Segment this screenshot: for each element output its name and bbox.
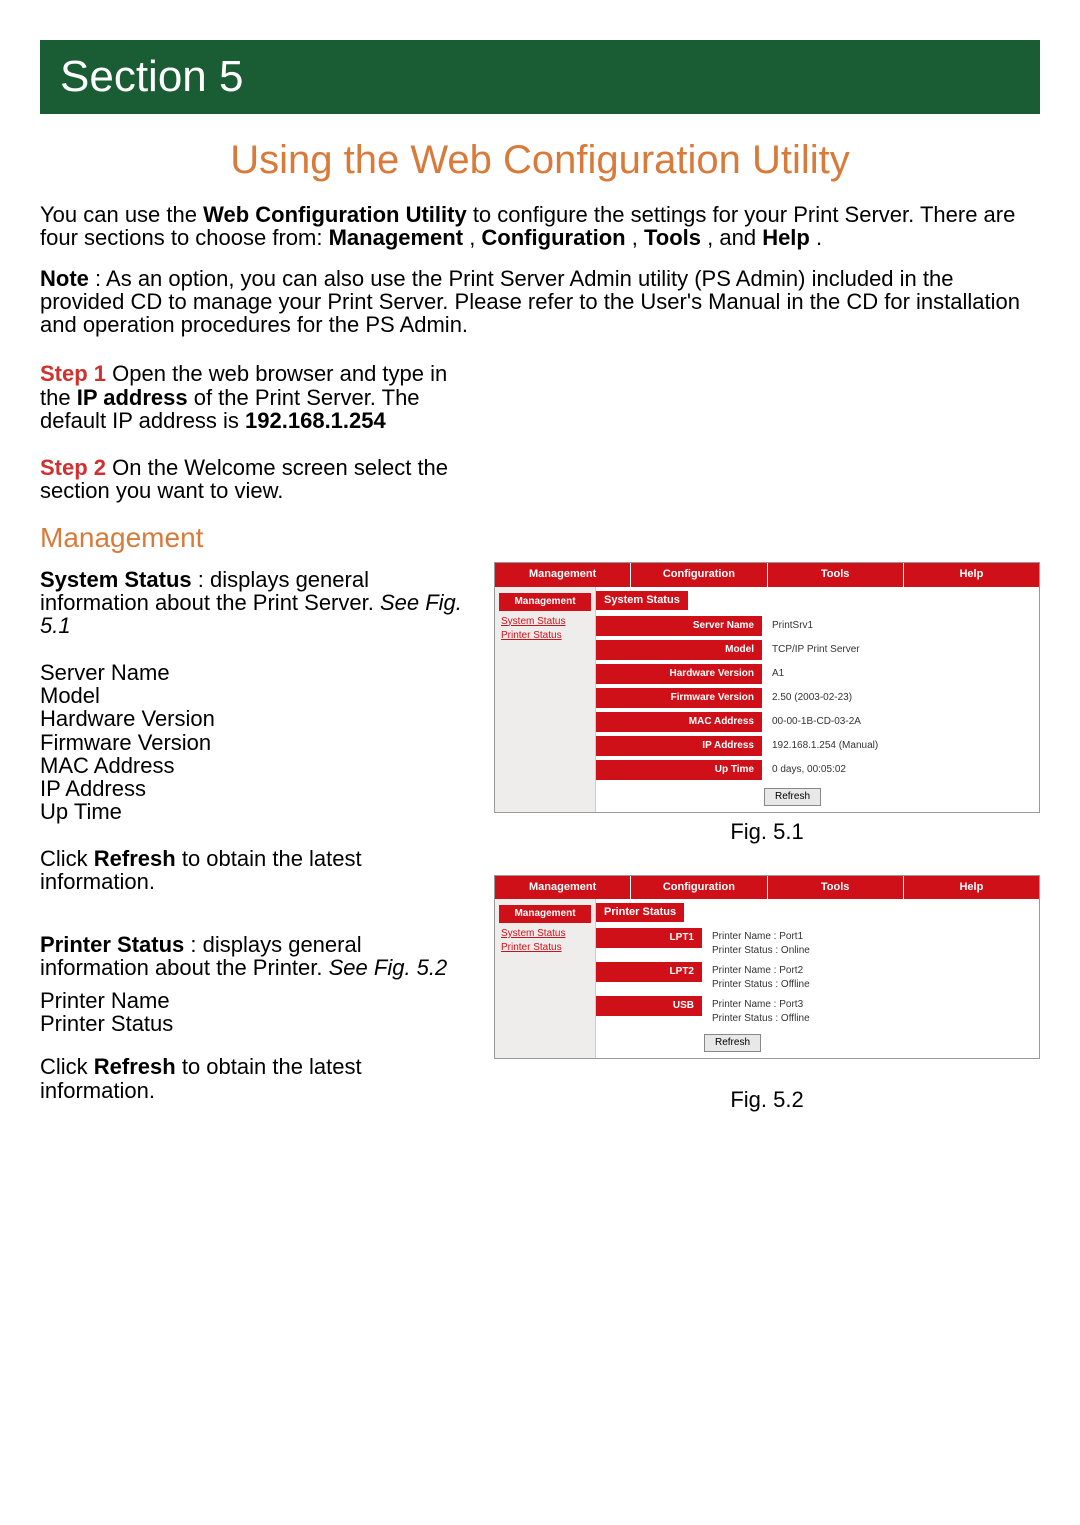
printer-status-refresh-note: Click Refresh to obtain the latest infor… <box>40 1055 470 1101</box>
fig2-tab-configuration[interactable]: Configuration <box>630 876 766 899</box>
fig2-key-usb: USB <box>596 996 702 1016</box>
fig1-side-link-printer-status[interactable]: Printer Status <box>499 629 591 643</box>
fig-5-2-caption: Fig. 5.2 <box>494 1087 1040 1113</box>
fig2-side-link-printer-status[interactable]: Printer Status <box>499 941 591 955</box>
text-bold: Refresh <box>94 1054 176 1079</box>
text: . <box>816 225 822 250</box>
printer-status-fields: Printer Name Printer Status <box>40 989 470 1035</box>
fig1-val-mac-address: 00-00-1B-CD-03-2A <box>772 712 861 728</box>
fig1-key-mac-address: MAC Address <box>596 712 762 732</box>
step-2-label: Step 2 <box>40 455 106 480</box>
fig1-side-link-system-status[interactable]: System Status <box>499 615 591 629</box>
fig2-key-lpt1: LPT1 <box>596 928 702 948</box>
fig-5-2-screenshot: Management Configuration Tools Help Mana… <box>494 875 1040 1059</box>
two-column-area: Step 1 Open the web browser and type in … <box>40 354 1040 1113</box>
fig1-sidebar: Management System Status Printer Status <box>495 587 596 812</box>
text-bold: Help <box>762 225 810 250</box>
fig1-refresh-button[interactable]: Refresh <box>764 788 821 806</box>
fig1-key-ip-address: IP Address <box>596 736 762 756</box>
fig1-key-model: Model <box>596 640 762 660</box>
fig1-key-server-name: Server Name <box>596 616 762 636</box>
text: , <box>469 225 481 250</box>
fig1-side-head: Management <box>499 593 591 611</box>
fig1-tab-configuration[interactable]: Configuration <box>630 563 766 586</box>
page: Section 5 Using the Web Configuration Ut… <box>0 0 1080 1173</box>
system-status-lead: System Status : displays general informa… <box>40 568 470 637</box>
text-bold: Tools <box>644 225 701 250</box>
left-column: Step 1 Open the web browser and type in … <box>40 354 470 1113</box>
text: , and <box>707 225 762 250</box>
fig2-tab-management[interactable]: Management <box>495 876 630 899</box>
text-italic: See Fig. 5.2 <box>329 955 448 980</box>
fig2-refresh-button[interactable]: Refresh <box>704 1034 761 1052</box>
intro-paragraph-1: You can use the Web Configuration Utilit… <box>40 203 1040 249</box>
fig2-sidebar: Management System Status Printer Status <box>495 899 596 1058</box>
text-bold: Printer Status <box>40 932 184 957</box>
fig1-tab-help[interactable]: Help <box>903 563 1039 586</box>
fig2-lpt2-status: Printer Status : Offline <box>712 978 810 992</box>
fig1-val-server-name: PrintSrv1 <box>772 616 813 632</box>
step-1-label: Step 1 <box>40 361 106 386</box>
fig2-lpt2-name: Printer Name : Port2 <box>712 964 810 978</box>
fig1-key-firmware-version: Firmware Version <box>596 688 762 708</box>
printer-status-lead: Printer Status : displays general inform… <box>40 933 470 979</box>
fig2-key-lpt2: LPT2 <box>596 962 702 982</box>
fig2-lpt1-block: Printer Name : Port1 Printer Status : On… <box>712 928 810 958</box>
management-heading: Management <box>40 522 470 554</box>
text-bold: 192.168.1.254 <box>245 408 386 433</box>
fig2-main: Printer Status LPT1 Printer Name : Port1… <box>596 899 1039 1058</box>
text-bold: Refresh <box>94 846 176 871</box>
text: Click <box>40 1054 94 1079</box>
fig2-tabbar: Management Configuration Tools Help <box>495 876 1039 899</box>
fig1-val-firmware-version: 2.50 (2003-02-23) <box>772 688 852 704</box>
fig-5-1-screenshot: Management Configuration Tools Help Mana… <box>494 562 1040 812</box>
right-column: Management Configuration Tools Help Mana… <box>494 354 1040 1113</box>
text-bold: Management <box>329 225 463 250</box>
fig2-lpt2-block: Printer Name : Port2 Printer Status : Of… <box>712 962 810 992</box>
fig2-usb-status: Printer Status : Offline <box>712 1012 810 1026</box>
fig1-panel-head: System Status <box>596 591 688 610</box>
fig2-tab-tools[interactable]: Tools <box>767 876 903 899</box>
fig1-tabbar: Management Configuration Tools Help <box>495 563 1039 586</box>
fig2-panel-head: Printer Status <box>596 903 684 922</box>
fig1-main: System Status Server Name PrintSrv1 Model… <box>596 587 1039 812</box>
text-bold: Configuration <box>481 225 625 250</box>
intro-paragraph-note: Note : As an option, you can also use th… <box>40 267 1040 336</box>
fig1-val-model: TCP/IP Print Server <box>772 640 860 656</box>
fig1-tab-management[interactable]: Management <box>495 563 630 586</box>
fig1-key-up-time: Up Time <box>596 760 762 780</box>
text-bold: Web Configuration Utility <box>203 202 467 227</box>
fig2-side-link-system-status[interactable]: System Status <box>499 927 591 941</box>
fig2-side-head: Management <box>499 905 591 923</box>
fig2-usb-block: Printer Name : Port3 Printer Status : Of… <box>712 996 810 1026</box>
text: , <box>632 225 644 250</box>
step-1: Step 1 Open the web browser and type in … <box>40 362 470 431</box>
fig2-lpt1-name: Printer Name : Port1 <box>712 930 810 944</box>
text-bold: System Status <box>40 567 192 592</box>
text-bold: Note <box>40 266 89 291</box>
text: Click <box>40 846 94 871</box>
system-status-refresh-note: Click Refresh to obtain the latest infor… <box>40 847 470 893</box>
fig1-val-up-time: 0 days, 00:05:02 <box>772 760 846 776</box>
spacer <box>494 354 1040 554</box>
page-title: Using the Web Configuration Utility <box>40 138 1040 183</box>
section-banner: Section 5 <box>40 40 1040 114</box>
system-status-fields: Server Name Model Hardware Version Firmw… <box>40 661 470 823</box>
fig1-val-ip-address: 192.168.1.254 (Manual) <box>772 736 878 752</box>
fig1-tab-tools[interactable]: Tools <box>767 563 903 586</box>
fig-5-1-caption: Fig. 5.1 <box>494 819 1040 845</box>
fig1-key-hardware-version: Hardware Version <box>596 664 762 684</box>
step-2: Step 2 On the Welcome screen select the … <box>40 456 470 502</box>
text: : As an option, you can also use the Pri… <box>40 266 1020 337</box>
text-bold: IP address <box>77 385 188 410</box>
fig2-usb-name: Printer Name : Port3 <box>712 998 810 1012</box>
fig1-val-hardware-version: A1 <box>772 664 784 680</box>
text: You can use the <box>40 202 203 227</box>
fig2-lpt1-status: Printer Status : Online <box>712 944 810 958</box>
fig2-tab-help[interactable]: Help <box>903 876 1039 899</box>
